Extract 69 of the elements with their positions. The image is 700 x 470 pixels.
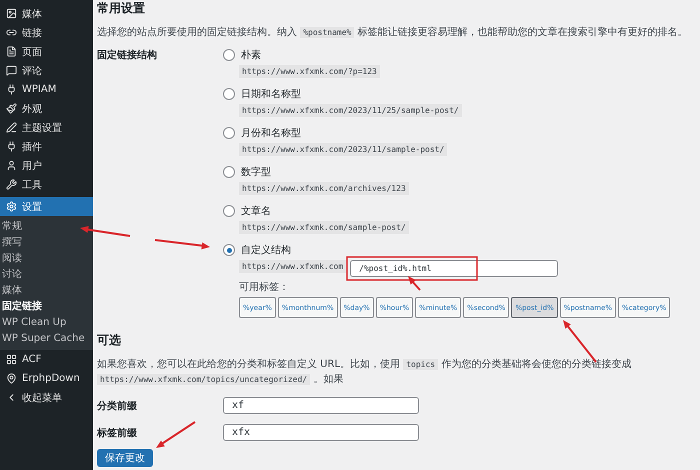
wrench-icon: [6, 179, 17, 190]
link-icon: [6, 27, 17, 38]
sidebar-item[interactable]: 外观: [0, 99, 93, 118]
radio-button[interactable]: [223, 244, 235, 256]
sidebar-item[interactable]: 工具: [0, 175, 93, 194]
input-field[interactable]: /%post_id%.html: [350, 260, 558, 277]
sidebar-item[interactable]: 设置: [0, 197, 93, 216]
sidebar-item[interactable]: 评论: [0, 61, 93, 80]
submenu-item[interactable]: 撰写: [0, 235, 93, 251]
image-icon: [6, 8, 17, 19]
settings-icon: [6, 201, 17, 212]
sidebar-item[interactable]: 链接: [0, 23, 93, 42]
submenu-item[interactable]: 讨论: [0, 267, 93, 283]
pen-icon: [6, 122, 17, 133]
url-prefix: https://www.xfxmk.com: [239, 260, 346, 273]
option-label: 朴素: [241, 48, 261, 62]
submenu-item[interactable]: WP Clean Up: [0, 315, 93, 331]
section-description: 如果您喜欢，您可以在此给您的分类和标签自定义 URL。比如，使用 topics 作为您的分类基础将会使您的分类链接变成 https://www.xfxmk.com/topics/uncategorized/ 。如果: [97, 358, 632, 387]
annotation-arrow: [154, 239, 210, 250]
field-label: 标签前缀: [97, 426, 137, 440]
annotation-arrow: [408, 276, 421, 291]
option-label: 自定义结构: [241, 244, 291, 257]
url-sample: https://www.xfxmk.com/archives/123: [239, 182, 409, 195]
sidebar-item[interactable]: WPIAM: [0, 80, 93, 99]
option-label: 数字型: [241, 166, 271, 179]
option-label: 文章名: [241, 204, 271, 218]
sidebar-item[interactable]: 媒体: [0, 4, 93, 23]
sidebar-item[interactable]: ACF: [0, 350, 93, 369]
submenu-item[interactable]: 媒体: [0, 283, 93, 299]
sidebar-item[interactable]: ErphpDown: [0, 369, 93, 388]
radio-button[interactable]: [223, 166, 235, 178]
annotation-arrow: [80, 226, 130, 237]
sidebar-item[interactable]: 主题设置: [0, 118, 93, 137]
url-sample: https://www.xfxmk.com/2023/11/25/sample-post/: [239, 104, 462, 117]
grid-icon: [6, 354, 17, 365]
annotation-arrow: [156, 421, 196, 448]
option-label: 日期和名称型: [241, 88, 301, 101]
comment-icon: [6, 65, 17, 76]
section-title: 常用设置: [97, 0, 146, 17]
option-label: 月份和名称型: [241, 126, 301, 140]
radio-button[interactable]: [223, 88, 235, 100]
radio-button[interactable]: [223, 127, 235, 139]
field-label: 分类前缀: [97, 400, 137, 412]
submenu-item[interactable]: 固定链接: [0, 299, 93, 315]
input-field[interactable]: xf: [223, 397, 419, 414]
sidebar-item[interactable]: 插件: [0, 137, 93, 156]
submenu-item[interactable]: WP Super Cache: [0, 331, 93, 347]
save-button[interactable]: 保存更改: [97, 449, 153, 467]
submenu-item[interactable]: 常规: [0, 219, 93, 235]
brush-icon: [6, 103, 17, 114]
plug-icon: [6, 84, 17, 95]
url-sample: https://www.xfxmk.com/sample-post/: [239, 221, 409, 234]
page-icon: [6, 46, 17, 57]
url-sample: https://www.xfxmk.com/?p=123: [239, 65, 380, 78]
plug-icon: [6, 141, 17, 152]
radio-button[interactable]: [223, 49, 235, 61]
section-title: 可选: [97, 332, 122, 349]
pin-icon: [6, 373, 17, 384]
sidebar-item[interactable]: 用户: [0, 156, 93, 175]
submenu-item[interactable]: 阅读: [0, 251, 93, 267]
user-icon: [6, 160, 17, 171]
field-label: 固定链接结构: [97, 48, 157, 62]
radio-button[interactable]: [223, 205, 235, 217]
sidebar-item[interactable]: 收起菜单: [0, 388, 93, 407]
tags-label: 可用标签：: [239, 280, 289, 294]
section-description: 选择您的站点所要使用的固定链接结构。纳入 %postname% 标签能让链接更容易理解，也能帮助您的文章在搜索引擎中有更好的排名。: [97, 26, 689, 40]
url-sample: https://www.xfxmk.com/2023/11/sample-post/: [239, 143, 448, 156]
input-field[interactable]: xfx: [223, 424, 419, 441]
sidebar-item[interactable]: 页面: [0, 42, 93, 61]
